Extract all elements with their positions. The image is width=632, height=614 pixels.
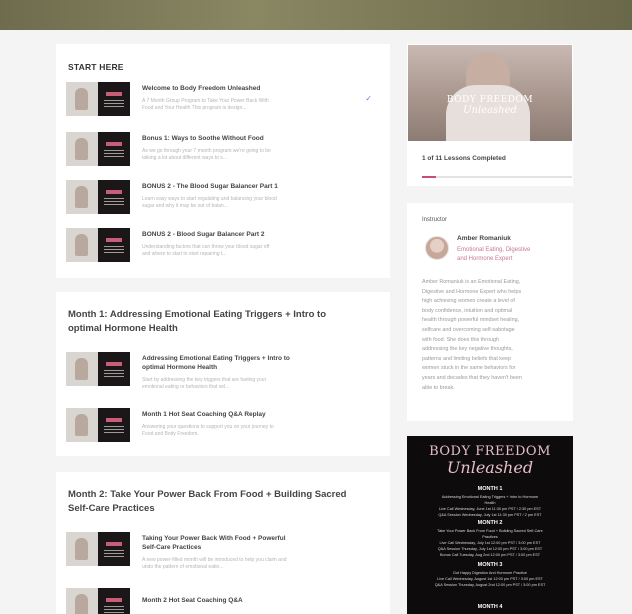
- lesson-thumbnail[interactable]: [66, 532, 130, 566]
- lesson-description: emotional eating or behaviors that sel..…: [142, 384, 230, 390]
- start-here-card: START HERE Welcome to Body Freedom Unlea…: [56, 44, 390, 278]
- lesson-item[interactable]: Month 2 Hot Seat Coaching Q&A: [66, 588, 376, 614]
- lesson-thumbnail[interactable]: [66, 588, 130, 614]
- course-cover-image[interactable]: BODY FREEDOM Unleashed: [408, 45, 572, 141]
- lesson-title[interactable]: optimal Hormone Health: [142, 363, 362, 372]
- instructor-card: Instructor Amber Romaniuk Emotional Eati…: [407, 203, 573, 421]
- promo-month-heading: MONTH 3: [477, 562, 503, 568]
- lesson-thumbnail[interactable]: [66, 408, 130, 442]
- lesson-item[interactable]: Welcome to Body Freedom Unleashed A 7 Mo…: [66, 82, 376, 122]
- section-title: START HERE: [68, 62, 124, 72]
- lesson-title[interactable]: Bonus 1: Ways to Soothe Without Food: [142, 134, 362, 143]
- month2-card: Month 2: Take Your Power Back From Food …: [56, 472, 390, 614]
- lesson-item[interactable]: BONUS 2 - The Blood Sugar Balancer Part …: [66, 180, 376, 220]
- lesson-description: undo the pattern of emotional eatin...: [142, 564, 224, 570]
- promo-month-details: Addressing Emotional Eating Triggers + I…: [438, 495, 542, 517]
- lesson-title[interactable]: Addressing Emotional Eating Triggers + I…: [142, 354, 362, 363]
- lesson-thumbnail[interactable]: [66, 82, 130, 116]
- cover-script: Unleashed: [463, 105, 517, 116]
- lesson-description: A new power-filled month will be introdu…: [142, 557, 287, 563]
- instructor-role: and Hormone Expert: [457, 256, 513, 262]
- instructor-name[interactable]: Amber Romaniuk: [457, 235, 511, 242]
- lesson-description: sugar and why it may be out of balan...: [142, 203, 228, 209]
- lesson-description: Learn easy ways to start regulating and …: [142, 196, 277, 202]
- promo-script: Unleashed: [446, 458, 534, 477]
- lesson-description: A 7 Month Group Program to Take Your Pow…: [142, 98, 269, 104]
- lesson-title[interactable]: Month 2 Hot Seat Coaching Q&A: [142, 596, 362, 605]
- progress-text: 1 of 11 Lessons Completed: [422, 155, 506, 162]
- lesson-thumbnail[interactable]: [66, 180, 130, 214]
- promo-month-heading: MONTH 4: [477, 604, 503, 610]
- lesson-title[interactable]: BONUS 2 - Blood Sugar Balancer Part 2: [142, 230, 362, 239]
- promo-month-details: Gut Happy Digestion And Hormone Practice…: [434, 571, 546, 587]
- lesson-thumbnail[interactable]: [66, 352, 130, 386]
- promo-brand: BODY FREEDOM: [429, 444, 551, 459]
- instructor-avatar[interactable]: [425, 236, 449, 260]
- lesson-thumbnail[interactable]: [66, 228, 130, 262]
- lesson-description: talking a lot about different ways to s.…: [142, 155, 227, 161]
- lesson-title[interactable]: BONUS 2 - The Blood Sugar Balancer Part …: [142, 182, 362, 191]
- lesson-description: Food and Body Freedom.: [142, 431, 199, 437]
- instructor-label: Instructor: [422, 217, 448, 223]
- progress-bar-fill: [422, 176, 436, 178]
- lesson-item[interactable]: BONUS 2 - Blood Sugar Balancer Part 2 Un…: [66, 228, 376, 268]
- lesson-item[interactable]: Addressing Emotional Eating Triggers + I…: [66, 352, 376, 392]
- section-title: Month 2: Take Your Power Back From Food …: [68, 489, 347, 500]
- lesson-item[interactable]: Month 1 Hot Seat Coaching Q&A Replay Ans…: [66, 408, 376, 448]
- lesson-title[interactable]: Self-Care Practices: [142, 543, 362, 552]
- lesson-description: As we go through your 7 month program we…: [142, 148, 271, 154]
- promo-month-details: Take Your Power Back From Food + Buildin…: [437, 529, 543, 557]
- instructor-bio: Amber Romaniuk is an Emotional Eating, D…: [422, 279, 522, 391]
- month1-card: Month 1: Addressing Emotional Eating Tri…: [56, 292, 390, 456]
- lesson-title[interactable]: Taking Your Power Back With Food + Power…: [142, 534, 362, 543]
- course-progress-card: BODY FREEDOM Unleashed 1 of 11 Lessons C…: [407, 44, 573, 186]
- lesson-description: Start by addressing the key triggers tha…: [142, 377, 267, 383]
- progress-bar: [422, 176, 572, 178]
- lesson-title[interactable]: Month 1 Hot Seat Coaching Q&A Replay: [142, 410, 362, 419]
- top-banner-gradient: [0, 0, 632, 30]
- lesson-description: Answering your questions to support you …: [142, 424, 274, 430]
- promo-month-heading: MONTH 2: [477, 520, 503, 526]
- section-title: optimal Hormone Health: [68, 323, 178, 334]
- completed-check-icon: ✓: [365, 94, 372, 103]
- section-title: Self-Care Practices: [68, 503, 155, 514]
- top-banner: [0, 0, 632, 30]
- instructor-role: Emotional Eating, Digestive: [457, 247, 531, 253]
- lesson-item[interactable]: Taking Your Power Back With Food + Power…: [66, 532, 376, 572]
- promo-month-heading: MONTH 1: [477, 486, 503, 492]
- lesson-description: and where to start to start repairing t.…: [142, 251, 227, 257]
- lesson-description: Understanding factors that can throw you…: [142, 244, 270, 250]
- cover-title: BODY FREEDOM: [446, 95, 534, 105]
- program-schedule-image: BODY FREEDOM Unleashed MONTH 1 Addressin…: [407, 436, 573, 614]
- lesson-description: Food and Your Health This program is des…: [142, 105, 247, 111]
- section-title: Month 1: Addressing Emotional Eating Tri…: [68, 309, 327, 320]
- lesson-thumbnail[interactable]: [66, 132, 130, 166]
- lesson-title[interactable]: Welcome to Body Freedom Unleashed: [142, 84, 362, 93]
- lesson-item[interactable]: Bonus 1: Ways to Soothe Without Food As …: [66, 132, 376, 172]
